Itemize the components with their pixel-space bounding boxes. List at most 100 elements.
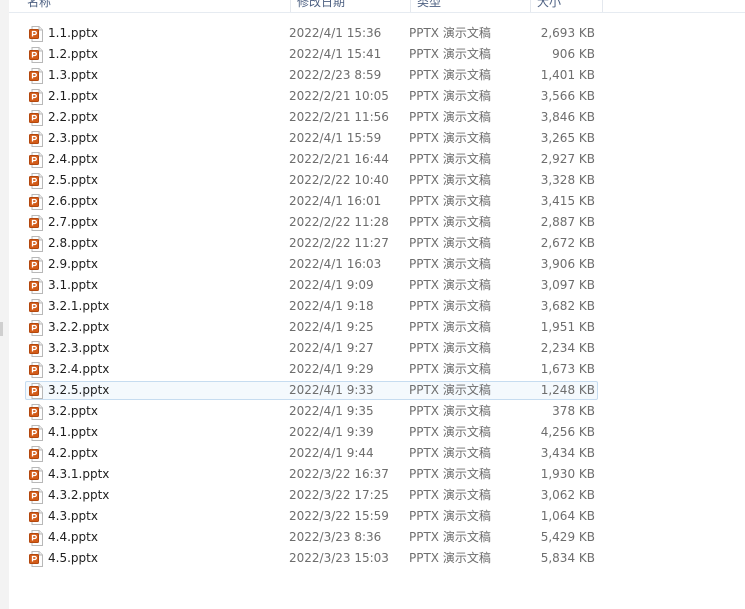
- file-size: 1,930 KB: [540, 467, 595, 481]
- file-row[interactable]: 3.1.pptx 2022/4/1 9:09 PPTX 演示文稿 3,097 K…: [0, 275, 745, 296]
- file-name[interactable]: 3.2.2.pptx: [48, 317, 278, 338]
- file-row[interactable]: 3.2.4.pptx 2022/4/1 9:29 PPTX 演示文稿 1,673…: [0, 359, 745, 380]
- file-name[interactable]: 2.6.pptx: [48, 191, 278, 212]
- file-name[interactable]: 2.3.pptx: [48, 128, 278, 149]
- file-type: PPTX 演示文稿: [409, 341, 491, 355]
- file-name[interactable]: 1.3.pptx: [48, 65, 278, 86]
- file-name[interactable]: 3.2.3.pptx: [48, 338, 278, 359]
- file-row[interactable]: 1.2.pptx 2022/4/1 15:41 PPTX 演示文稿 906 KB: [0, 44, 745, 65]
- file-row[interactable]: 2.5.pptx 2022/2/22 10:40 PPTX 演示文稿 3,328…: [0, 170, 745, 191]
- column-header-size[interactable]: 大小: [531, 0, 603, 12]
- pptx-file-icon: [29, 299, 43, 315]
- file-type: PPTX 演示文稿: [409, 362, 491, 376]
- file-date-modified: 2022/4/1 9:27: [289, 341, 374, 355]
- file-name[interactable]: 4.1.pptx: [48, 422, 278, 443]
- file-type: PPTX 演示文稿: [409, 236, 491, 250]
- file-size: 3,415 KB: [540, 194, 595, 208]
- file-name[interactable]: 2.5.pptx: [48, 170, 278, 191]
- file-row[interactable]: 4.1.pptx 2022/4/1 9:39 PPTX 演示文稿 4,256 K…: [0, 422, 745, 443]
- file-type: PPTX 演示文稿: [409, 26, 491, 40]
- column-header-date-modified[interactable]: 修改日期: [291, 0, 411, 12]
- file-row[interactable]: 2.7.pptx 2022/2/22 11:28 PPTX 演示文稿 2,887…: [0, 212, 745, 233]
- file-size: 1,951 KB: [540, 320, 595, 334]
- file-name[interactable]: 3.2.1.pptx: [48, 296, 278, 317]
- file-name[interactable]: 3.2.5.pptx: [48, 380, 278, 401]
- file-name[interactable]: 2.9.pptx: [48, 254, 278, 275]
- file-size: 3,328 KB: [540, 173, 595, 187]
- file-row[interactable]: 2.4.pptx 2022/2/21 16:44 PPTX 演示文稿 2,927…: [0, 149, 745, 170]
- pptx-file-icon: [29, 110, 43, 126]
- pptx-file-icon: [29, 131, 43, 147]
- pptx-file-icon: [29, 425, 43, 441]
- column-header-name[interactable]: 名称: [21, 0, 291, 12]
- pptx-file-icon: [29, 383, 43, 399]
- file-row[interactable]: 4.3.pptx 2022/3/22 15:59 PPTX 演示文稿 1,064…: [0, 506, 745, 527]
- file-date-modified: 2022/4/1 9:18: [289, 299, 374, 313]
- file-type: PPTX 演示文稿: [409, 530, 491, 544]
- file-size: 4,256 KB: [540, 425, 595, 439]
- file-name[interactable]: 2.7.pptx: [48, 212, 278, 233]
- pptx-file-icon: [29, 152, 43, 168]
- pptx-file-icon: [29, 362, 43, 378]
- file-row[interactable]: 4.4.pptx 2022/3/23 8:36 PPTX 演示文稿 5,429 …: [0, 527, 745, 548]
- file-name[interactable]: 4.3.pptx: [48, 506, 278, 527]
- file-row[interactable]: 4.2.pptx 2022/4/1 9:44 PPTX 演示文稿 3,434 K…: [0, 443, 745, 464]
- pptx-file-icon: [29, 236, 43, 252]
- file-row[interactable]: 4.3.2.pptx 2022/3/22 17:25 PPTX 演示文稿 3,0…: [0, 485, 745, 506]
- file-type: PPTX 演示文稿: [409, 383, 491, 397]
- file-row[interactable]: 2.8.pptx 2022/2/22 11:27 PPTX 演示文稿 2,672…: [0, 233, 745, 254]
- file-date-modified: 2022/4/1 9:44: [289, 446, 374, 460]
- file-date-modified: 2022/3/23 8:36: [289, 530, 382, 544]
- file-row[interactable]: 2.6.pptx 2022/4/1 16:01 PPTX 演示文稿 3,415 …: [0, 191, 745, 212]
- file-row[interactable]: 3.2.3.pptx 2022/4/1 9:27 PPTX 演示文稿 2,234…: [0, 338, 745, 359]
- file-name[interactable]: 2.8.pptx: [48, 233, 278, 254]
- file-name[interactable]: 1.1.pptx: [48, 23, 278, 44]
- file-size: 1,064 KB: [540, 509, 595, 523]
- file-size: 1,401 KB: [540, 68, 595, 82]
- file-row[interactable]: 3.2.5.pptx 2022/4/1 9:33 PPTX 演示文稿 1,248…: [0, 380, 745, 401]
- file-date-modified: 2022/2/22 11:27: [289, 236, 389, 250]
- file-type: PPTX 演示文稿: [409, 215, 491, 229]
- file-size: 3,906 KB: [540, 257, 595, 271]
- file-type: PPTX 演示文稿: [409, 257, 491, 271]
- file-name[interactable]: 2.2.pptx: [48, 107, 278, 128]
- file-type: PPTX 演示文稿: [409, 509, 491, 523]
- file-row[interactable]: 4.3.1.pptx 2022/3/22 16:37 PPTX 演示文稿 1,9…: [0, 464, 745, 485]
- file-size: 906 KB: [552, 47, 595, 61]
- file-size: 2,887 KB: [540, 215, 595, 229]
- column-header-type[interactable]: 类型: [411, 0, 531, 12]
- file-row[interactable]: 3.2.pptx 2022/4/1 9:35 PPTX 演示文稿 378 KB: [0, 401, 745, 422]
- file-date-modified: 2022/4/1 9:25: [289, 320, 374, 334]
- file-row[interactable]: 1.3.pptx 2022/2/23 8:59 PPTX 演示文稿 1,401 …: [0, 65, 745, 86]
- file-row[interactable]: 2.1.pptx 2022/2/21 10:05 PPTX 演示文稿 3,566…: [0, 86, 745, 107]
- file-name[interactable]: 3.1.pptx: [48, 275, 278, 296]
- file-type: PPTX 演示文稿: [409, 320, 491, 334]
- file-row[interactable]: 1.1.pptx 2022/4/1 15:36 PPTX 演示文稿 2,693 …: [0, 23, 745, 44]
- file-size: 5,834 KB: [540, 551, 595, 565]
- file-row[interactable]: 4.5.pptx 2022/3/23 15:03 PPTX 演示文稿 5,834…: [0, 548, 745, 569]
- file-name[interactable]: 2.4.pptx: [48, 149, 278, 170]
- pptx-file-icon: [29, 26, 43, 42]
- pptx-file-icon: [29, 68, 43, 84]
- file-name[interactable]: 4.5.pptx: [48, 548, 278, 569]
- file-name[interactable]: 3.2.4.pptx: [48, 359, 278, 380]
- file-row[interactable]: 2.9.pptx 2022/4/1 16:03 PPTX 演示文稿 3,906 …: [0, 254, 745, 275]
- pptx-file-icon: [29, 341, 43, 357]
- file-row[interactable]: 2.3.pptx 2022/4/1 15:59 PPTX 演示文稿 3,265 …: [0, 128, 745, 149]
- pptx-file-icon: [29, 89, 43, 105]
- file-name[interactable]: 4.4.pptx: [48, 527, 278, 548]
- file-type: PPTX 演示文稿: [409, 152, 491, 166]
- file-name[interactable]: 3.2.pptx: [48, 401, 278, 422]
- file-name[interactable]: 4.2.pptx: [48, 443, 278, 464]
- file-row[interactable]: 3.2.1.pptx 2022/4/1 9:18 PPTX 演示文稿 3,682…: [0, 296, 745, 317]
- file-date-modified: 2022/4/1 15:59: [289, 131, 382, 145]
- file-name[interactable]: 1.2.pptx: [48, 44, 278, 65]
- file-name[interactable]: 4.3.1.pptx: [48, 464, 278, 485]
- file-name[interactable]: 2.1.pptx: [48, 86, 278, 107]
- file-date-modified: 2022/2/22 10:40: [289, 173, 389, 187]
- file-row[interactable]: 3.2.2.pptx 2022/4/1 9:25 PPTX 演示文稿 1,951…: [0, 317, 745, 338]
- file-row[interactable]: 2.2.pptx 2022/2/21 11:56 PPTX 演示文稿 3,846…: [0, 107, 745, 128]
- file-date-modified: 2022/4/1 9:33: [289, 383, 374, 397]
- file-type: PPTX 演示文稿: [409, 467, 491, 481]
- file-name[interactable]: 4.3.2.pptx: [48, 485, 278, 506]
